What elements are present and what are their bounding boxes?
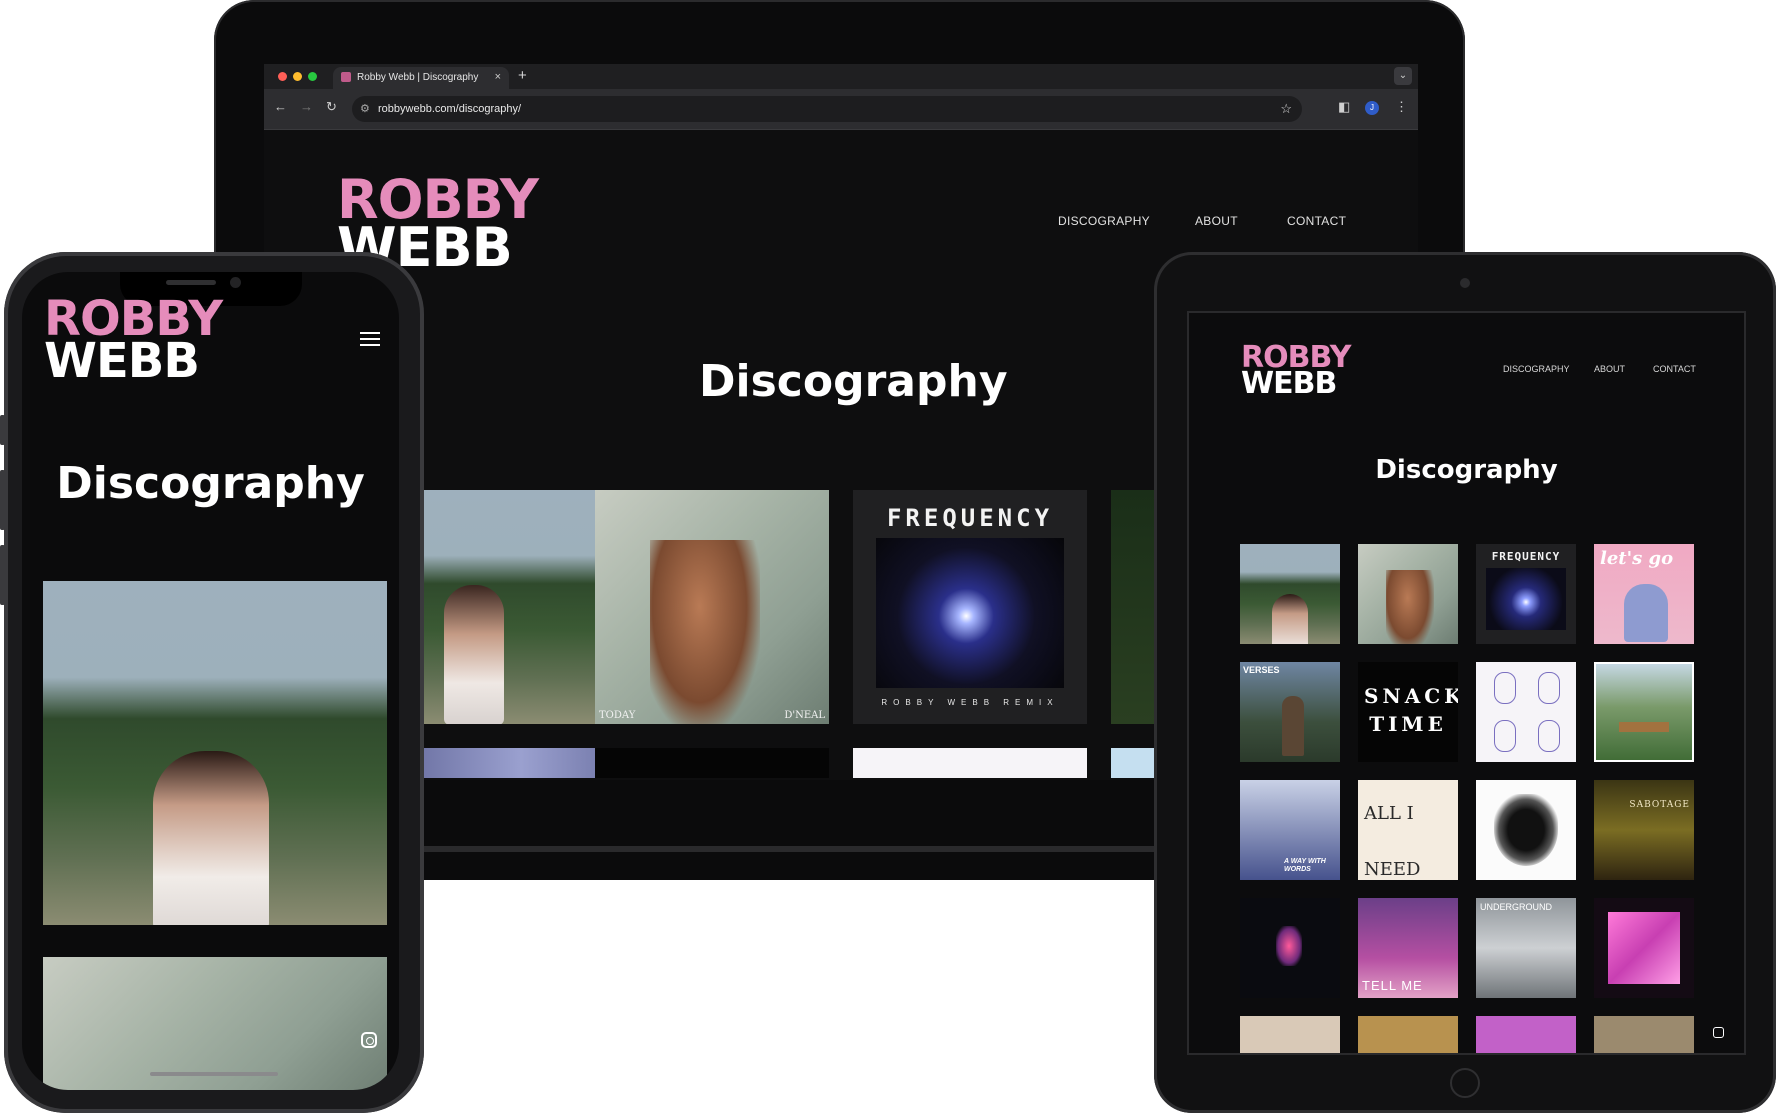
phone-volume-down (0, 545, 5, 605)
tablet-home-button[interactable] (1450, 1068, 1480, 1098)
tablet-album-all-i-need[interactable]: ALL I NEED (1358, 780, 1458, 880)
side-panel-icon[interactable]: ◧ (1338, 99, 1350, 115)
instagram-icon[interactable] (361, 1032, 377, 1048)
back-arrow-icon[interactable]: ← (274, 99, 287, 114)
forward-arrow-icon[interactable]: → (300, 99, 313, 114)
new-tab-button[interactable]: + (518, 67, 527, 84)
nav-contact[interactable]: CONTACT (1287, 214, 1346, 228)
phone-page-title: Discography (56, 458, 365, 509)
tablet-album-peek-3[interactable] (1476, 1016, 1576, 1053)
laptop-base (420, 852, 1180, 880)
home-indicator[interactable] (150, 1072, 278, 1076)
album-cover-table-peek[interactable] (1111, 748, 1156, 778)
phone-volume-up (0, 470, 5, 530)
favicon-icon (341, 72, 351, 82)
tablet-camera-icon (1460, 278, 1470, 288)
tablet-album-lets-go[interactable]: let's go (1594, 544, 1694, 644)
tell-me-title: TELL ME (1362, 978, 1423, 993)
phone-album-cover-today[interactable] (43, 957, 387, 1090)
album-cover-snack-peek[interactable] (595, 748, 829, 778)
tablet-album-sabotage[interactable]: SABOTAGE (1594, 780, 1694, 880)
tab-title: Robby Webb | Discography (357, 72, 479, 83)
today-text-left: TODAY (599, 710, 636, 721)
browser-tab[interactable]: Robby Webb | Discography × (333, 67, 509, 89)
tablet-album-frequency[interactable]: FREQUENCY (1476, 544, 1576, 644)
all-i-need-title: ALL I NEED (1364, 803, 1421, 880)
portrait-figure (444, 585, 504, 724)
nav-about[interactable]: ABOUT (1195, 214, 1238, 228)
lets-go-title: let's go (1600, 548, 1674, 569)
tablet-album-faces[interactable] (1476, 662, 1576, 762)
album-cover-partial[interactable] (1111, 490, 1156, 724)
tablet-album-tell-me[interactable]: TELL ME (1358, 898, 1458, 998)
front-camera-icon (230, 277, 241, 288)
more-menu-icon[interactable]: ⋮ (1395, 99, 1408, 115)
address-bar[interactable]: ⚙ robbywebb.com/discography/ ☆ (352, 96, 1302, 122)
phone-logo-webb: WEBB (44, 333, 200, 390)
minimize-window-dot[interactable] (293, 72, 302, 81)
today-figure (650, 540, 760, 724)
nav-discography[interactable]: DISCOGRAPHY (1058, 214, 1150, 228)
frequency-title: FREQUENCY (886, 504, 1054, 532)
tablet-album-peek-2[interactable] (1358, 1016, 1458, 1053)
bookmark-star-icon[interactable]: ☆ (1280, 101, 1292, 117)
tablet-logo-webb: WEBB (1241, 366, 1337, 402)
tablet-album-magenta[interactable] (1594, 898, 1694, 998)
tablet-album-peek-4[interactable] (1594, 1016, 1694, 1053)
browser-tab-bar: Robby Webb | Discography × + ⌄ (264, 64, 1418, 89)
tablet-album-portrait[interactable] (1240, 544, 1340, 644)
close-window-dot[interactable] (278, 72, 287, 81)
tablet-album-underground[interactable]: UNDERGROUND (1476, 898, 1576, 998)
page-title: Discography (699, 356, 1008, 407)
phone-site-logo[interactable]: ROBBY WEBB (44, 295, 223, 390)
tablet-album-today[interactable] (1358, 544, 1458, 644)
tablet-instagram-icon[interactable] (1713, 1027, 1724, 1038)
profile-avatar[interactable]: J (1365, 101, 1379, 115)
sabotage-title: SABOTAGE (1629, 800, 1690, 810)
url-text: robbywebb.com/discography/ (378, 103, 522, 115)
frequency-galaxy (876, 538, 1064, 688)
album-cover-today[interactable]: TODAY D'NEAL (595, 490, 829, 724)
tablet-nav-about[interactable]: ABOUT (1594, 364, 1625, 374)
frequency-subtitle: ROBBY WEBB REMIX (881, 698, 1059, 707)
site-info-icon[interactable]: ⚙ (360, 102, 370, 115)
phone-portrait-figure (153, 751, 269, 925)
album-cover-faces-peek[interactable] (853, 748, 1087, 778)
phone-album-cover-portrait[interactable] (43, 581, 387, 925)
phone-mute-switch (0, 415, 5, 445)
today-text-right: D'NEAL (784, 710, 825, 721)
tablet-nav-discography[interactable]: DISCOGRAPHY (1503, 364, 1570, 374)
tablet-album-peek-1[interactable] (1240, 1016, 1340, 1053)
tablet-album-table[interactable] (1594, 662, 1694, 762)
snack-time-title: SNACK TIME (1364, 684, 1458, 736)
tab-search-icon[interactable]: ⌄ (1394, 67, 1412, 85)
phone-screen: ROBBY WEBB Discography (22, 272, 399, 1090)
tablet-screen: ROBBY WEBB DISCOGRAPHY ABOUT CONTACT Dis… (1187, 311, 1746, 1055)
tablet-album-tiger[interactable] (1476, 780, 1576, 880)
speaker-grille (166, 280, 216, 285)
way-with-words-title: A WAY WITH WORDS (1284, 858, 1326, 873)
tablet-album-verses[interactable]: VERSES (1240, 662, 1340, 762)
reload-icon[interactable]: ↻ (326, 99, 337, 115)
verses-title: VERSES (1243, 665, 1280, 675)
tablet-site-logo[interactable]: ROBBY WEBB (1241, 342, 1351, 402)
tablet-album-way-with-words[interactable]: A WAY WITH WORDS (1240, 780, 1340, 880)
underground-title: UNDERGROUND (1480, 902, 1552, 912)
tablet-nav-contact[interactable]: CONTACT (1653, 364, 1696, 374)
tablet-album-snack-time[interactable]: SNACK TIME (1358, 662, 1458, 762)
tablet-album-hand[interactable] (1240, 898, 1340, 998)
album-cover-frequency[interactable]: FREQUENCY ROBBY WEBB REMIX (853, 490, 1087, 724)
maximize-window-dot[interactable] (308, 72, 317, 81)
menu-icon[interactable] (360, 332, 380, 350)
tablet-page-title: Discography (1375, 455, 1558, 485)
tablet-frequency-title: FREQUENCY (1491, 550, 1561, 563)
browser-toolbar: ← → ↻ ⚙ robbywebb.com/discography/ ☆ ◧ J… (264, 89, 1418, 130)
tab-close-icon[interactable]: × (495, 71, 501, 83)
